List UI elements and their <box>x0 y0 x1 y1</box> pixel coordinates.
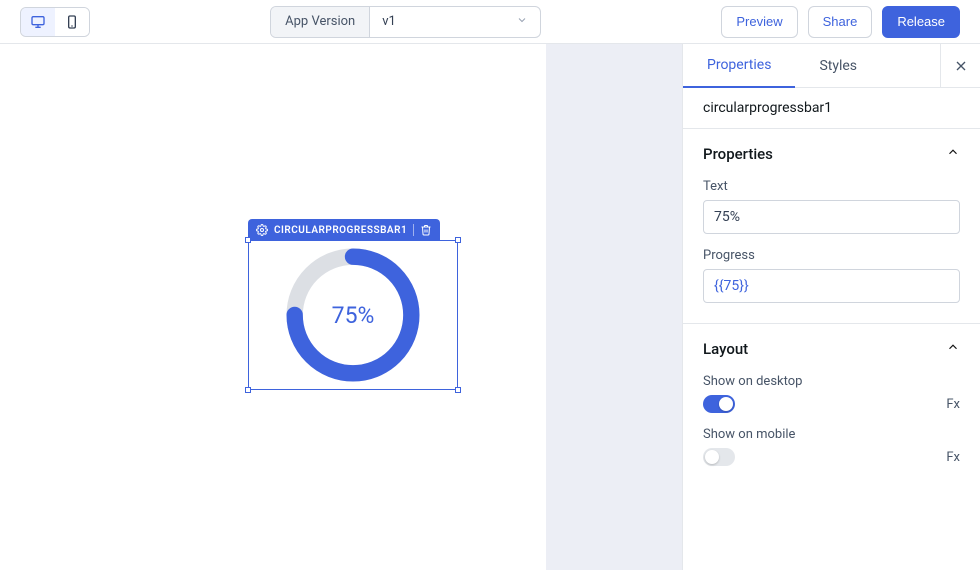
inspector-tabs: Properties Styles <box>683 44 980 88</box>
component-name[interactable]: circularprogressbar1 <box>683 88 980 129</box>
selection-tag-label: CIRCULARPROGRESSBAR1 <box>274 225 407 236</box>
close-icon <box>953 58 969 74</box>
selected-component-frame[interactable]: CIRCULARPROGRESSBAR1 <box>248 240 458 390</box>
fx-button-desktop[interactable]: Fx <box>946 397 960 412</box>
circular-progress-component: 75% <box>249 241 457 389</box>
section-layout: Layout Show on desktop Fx Show on mobile… <box>683 324 980 486</box>
tab-properties[interactable]: Properties <box>683 45 795 88</box>
progress-ring-text: 75% <box>283 245 423 385</box>
section-title-properties: Properties <box>703 145 773 163</box>
app-version-label: App Version <box>271 7 370 37</box>
close-inspector-button[interactable] <box>940 44 980 87</box>
chevron-up-icon <box>946 340 960 354</box>
gear-icon[interactable] <box>256 224 268 236</box>
monitor-icon <box>30 14 46 30</box>
inspector-panel: Properties Styles circularprogressbar1 P… <box>682 44 980 570</box>
fx-button-mobile[interactable]: Fx <box>946 450 960 465</box>
trash-icon[interactable] <box>420 224 432 236</box>
app-version-dropdown[interactable]: v1 <box>370 7 540 37</box>
device-switch <box>20 7 90 37</box>
progress-field-label: Progress <box>703 248 960 263</box>
app-version-selector: App Version v1 <box>270 6 541 38</box>
show-desktop-toggle[interactable] <box>703 395 735 413</box>
collapse-properties-button[interactable] <box>946 145 960 163</box>
release-button[interactable]: Release <box>882 6 960 38</box>
progress-field-input[interactable] <box>703 269 960 303</box>
share-button[interactable]: Share <box>808 6 873 38</box>
show-mobile-label: Show on mobile <box>703 427 960 442</box>
tab-styles[interactable]: Styles <box>795 44 881 87</box>
collapse-layout-button[interactable] <box>946 340 960 358</box>
text-field-label: Text <box>703 179 960 194</box>
canvas-area[interactable]: CIRCULARPROGRESSBAR1 <box>0 44 682 570</box>
desktop-view-button[interactable] <box>21 8 55 36</box>
chevron-up-icon <box>946 145 960 159</box>
mobile-view-button[interactable] <box>55 8 89 36</box>
text-field-input[interactable] <box>703 200 960 234</box>
selection-tag: CIRCULARPROGRESSBAR1 <box>248 219 440 241</box>
section-title-layout: Layout <box>703 340 748 358</box>
section-properties: Properties Text Progress <box>683 129 980 324</box>
app-version-value: v1 <box>382 14 396 29</box>
show-mobile-toggle[interactable] <box>703 448 735 466</box>
smartphone-icon <box>64 14 80 30</box>
show-desktop-label: Show on desktop <box>703 374 960 389</box>
chevron-down-icon <box>516 14 528 30</box>
top-toolbar: App Version v1 Preview Share Release <box>0 0 980 44</box>
preview-button[interactable]: Preview <box>721 6 797 38</box>
